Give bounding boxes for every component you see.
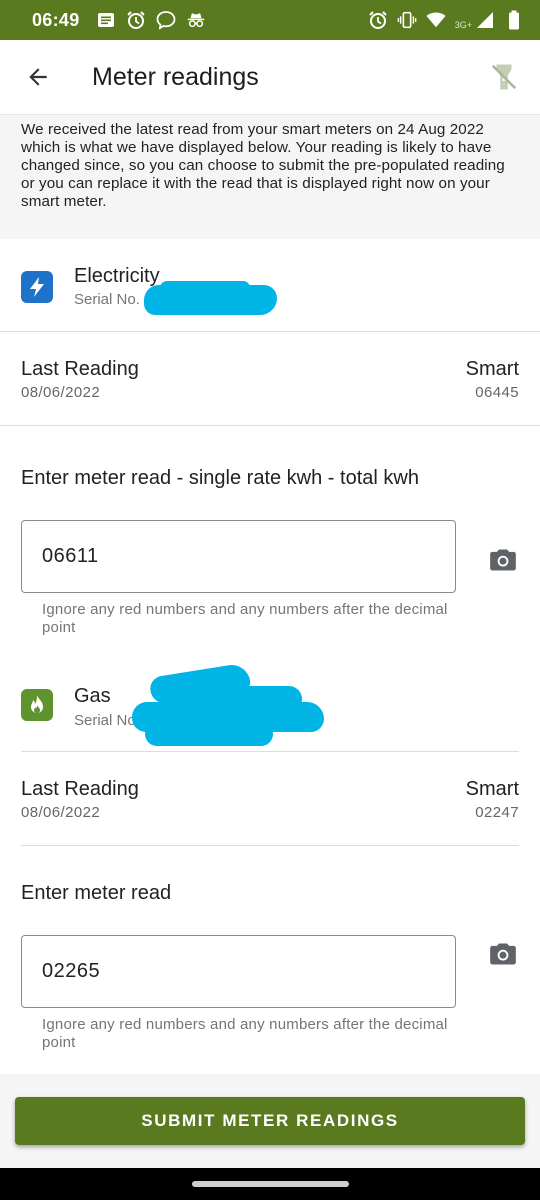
reading-type-label: Smart xyxy=(465,778,519,800)
app-bar: Meter readings xyxy=(0,40,540,115)
last-reading-value: 06445 xyxy=(475,384,519,401)
status-notification-icons xyxy=(96,10,206,30)
status-system-icons: 3G+ xyxy=(368,10,524,30)
vibrate-icon xyxy=(397,10,417,30)
reading-type-label: Smart xyxy=(465,358,519,380)
redaction-mark xyxy=(145,722,273,746)
camera-icon xyxy=(490,549,516,571)
electricity-meter-header: Electricity Serial No. xyxy=(0,239,540,331)
gas-camera-button[interactable] xyxy=(487,938,519,970)
gas-enter-read-label: Enter meter read xyxy=(21,882,172,904)
incognito-icon xyxy=(186,10,206,30)
alarm-icon xyxy=(126,10,146,30)
cell-signal-icon xyxy=(475,10,495,30)
network-type-label: 3G+ xyxy=(454,20,472,30)
gas-serial-label: Serial No. xyxy=(74,712,140,729)
page-title: Meter readings xyxy=(92,62,259,91)
lightning-bolt-icon xyxy=(30,277,44,297)
gas-meter-header: Gas Serial No. xyxy=(0,660,540,752)
electricity-badge xyxy=(21,271,53,303)
home-gesture-handle[interactable] xyxy=(192,1181,349,1187)
last-reading-label: Last Reading xyxy=(21,778,139,800)
wifi-icon xyxy=(426,10,446,30)
divider xyxy=(0,425,540,426)
message-icon xyxy=(96,10,116,30)
submit-meter-readings-button[interactable]: SUBMIT METER READINGS xyxy=(15,1097,525,1145)
chat-bubble-icon xyxy=(156,10,176,30)
camera-icon xyxy=(490,943,516,965)
gas-last-reading-row: Last Reading 08/06/2022 Smart 02247 xyxy=(21,778,519,828)
gas-type-label: Gas xyxy=(74,685,111,707)
divider xyxy=(0,331,540,332)
torch-off-icon xyxy=(491,64,517,90)
electricity-last-reading-row: Last Reading 08/06/2022 Smart 06445 xyxy=(21,358,519,408)
last-reading-label: Last Reading xyxy=(21,358,139,380)
last-reading-value: 02247 xyxy=(475,804,519,821)
gas-help-text: Ignore any red numbers and any numbers a… xyxy=(42,1016,448,1051)
back-button[interactable] xyxy=(18,57,58,97)
flame-icon xyxy=(31,695,43,714)
gas-badge xyxy=(21,689,53,721)
last-reading-date: 08/06/2022 xyxy=(21,804,101,821)
system-nav-bar xyxy=(0,1168,540,1200)
battery-icon xyxy=(504,10,524,30)
status-bar: 06:49 3G+ xyxy=(0,0,540,40)
divider xyxy=(21,845,519,846)
electricity-enter-read-label: Enter meter read - single rate kwh - tot… xyxy=(21,467,419,489)
arrow-left-icon xyxy=(29,68,47,86)
gas-read-input[interactable] xyxy=(21,935,456,1008)
torch-toggle-button[interactable] xyxy=(486,59,522,95)
last-reading-date: 08/06/2022 xyxy=(21,384,101,401)
electricity-serial-label: Serial No. xyxy=(74,291,140,308)
redaction-mark xyxy=(160,281,250,295)
electricity-type-label: Electricity xyxy=(74,265,160,287)
electricity-read-input[interactable] xyxy=(21,520,456,593)
status-time: 06:49 xyxy=(32,9,80,30)
electricity-camera-button[interactable] xyxy=(487,544,519,576)
alarm-icon xyxy=(368,10,388,30)
info-banner: We received the latest read from your sm… xyxy=(0,115,540,239)
divider xyxy=(21,751,519,752)
electricity-help-text: Ignore any red numbers and any numbers a… xyxy=(42,601,448,636)
